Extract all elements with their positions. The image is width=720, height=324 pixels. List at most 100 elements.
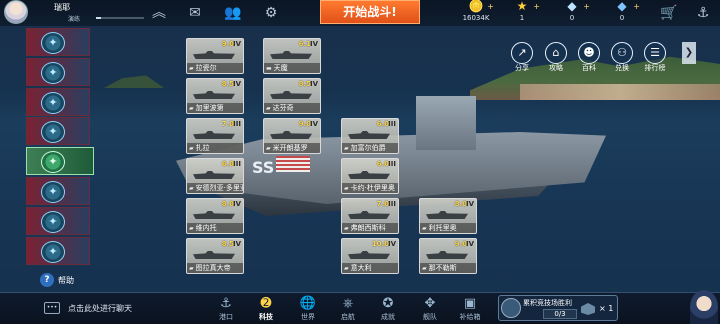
settings-gear-icon[interactable]: ⚙ bbox=[262, 5, 280, 21]
player-name: 瑞耶 bbox=[54, 3, 70, 12]
ship-card[interactable]: 8.5 IV ▰ 图拉真大帝 bbox=[186, 238, 244, 274]
nav-tech[interactable]: ➋ 科技 bbox=[252, 296, 280, 324]
ship-card[interactable]: 8.5 IV ▰ 加里波第 bbox=[186, 78, 244, 114]
ship-silhouette-icon bbox=[193, 131, 235, 139]
player-avatar[interactable] bbox=[4, 0, 28, 24]
ship-silhouette-icon bbox=[348, 251, 390, 259]
wiki-label: 百科 bbox=[582, 64, 596, 72]
expand-arrow-icon[interactable]: ❯ bbox=[682, 42, 696, 64]
start-battle-button[interactable]: 开始战斗! bbox=[320, 0, 420, 24]
ship-card[interactable]: 7.0 III ▰ 弗朗西斯科 bbox=[341, 198, 399, 234]
rank-chevron-icon[interactable]: ︽ bbox=[150, 5, 168, 21]
anchor-icon[interactable]: ⚓ bbox=[694, 5, 712, 21]
ship-class-icon: ▰ bbox=[266, 144, 271, 152]
redeem-button[interactable]: ⚇ 兑换 bbox=[610, 42, 634, 72]
shop-cart-icon[interactable]: 🛒 bbox=[660, 5, 678, 21]
guide-button[interactable]: ⌂ 攻略 bbox=[544, 42, 568, 72]
diamond-value: 0 bbox=[569, 14, 575, 22]
nation-tab-7[interactable]: ✦ bbox=[26, 206, 90, 235]
nation-tab-6[interactable]: ✦ bbox=[26, 176, 90, 205]
diamond-resource[interactable]: ◆ 0 + bbox=[552, 0, 592, 26]
advisor-avatar[interactable] bbox=[690, 290, 718, 324]
ship-class-icon: ▰ bbox=[344, 224, 349, 232]
redeem-label: 兑换 bbox=[615, 64, 629, 72]
nav-label: 补给箱 bbox=[459, 313, 481, 321]
nav-supply-box[interactable]: ▣ 补给箱 bbox=[456, 296, 484, 324]
help-button[interactable]: ? 帮助 bbox=[40, 272, 74, 288]
ship-card[interactable]: 7.0 III ▰ 扎拉 bbox=[186, 118, 244, 154]
star-resource[interactable]: ★ 1 + bbox=[502, 0, 542, 26]
ship-name: 天魔 bbox=[273, 64, 288, 72]
add-diamond-icon[interactable]: + bbox=[583, 2, 590, 11]
ship-silhouette-icon bbox=[348, 171, 390, 179]
nation-emblem-icon: ✦ bbox=[41, 240, 65, 263]
arena-quest-panel[interactable]: 累积竞技场胜利 0/3 × 1 bbox=[498, 295, 618, 321]
ship-class-icon: ▰ bbox=[422, 264, 427, 272]
ship-card[interactable]: 9.0 IV ▰ 拉瓷尔 bbox=[186, 38, 244, 74]
ship-card[interactable]: 9.0 IV ▰ 那不勒斯 bbox=[419, 238, 477, 274]
ship-silhouette-icon bbox=[348, 211, 390, 219]
nav-label: 启航 bbox=[341, 313, 355, 321]
ship-silhouette-icon bbox=[348, 131, 390, 139]
nav-achievement[interactable]: ✪ 成就 bbox=[374, 296, 402, 324]
friends-icon[interactable]: 👥 bbox=[224, 5, 242, 21]
ship-name: 利托里奥 bbox=[428, 224, 457, 232]
ship-card[interactable]: 6.0 III ▰ 卡约·杜伊里奥 bbox=[341, 158, 399, 194]
ship-card[interactable]: 6.0 III ▰ 安德烈亚·多里亚 bbox=[186, 158, 244, 194]
add-star-icon[interactable]: + bbox=[533, 2, 540, 11]
nation-tab-2[interactable]: ✦ bbox=[26, 57, 90, 86]
ship-card[interactable]: 8.5 IV ▰ 达芬奇 bbox=[263, 78, 321, 114]
world-icon: 🌐 bbox=[299, 296, 317, 311]
ship-card[interactable]: 9.0 IV ▰ 米开朗基罗 bbox=[263, 118, 321, 154]
share-label: 分享 bbox=[515, 64, 529, 72]
nation-tab-italy[interactable]: ✦ bbox=[26, 147, 94, 176]
ship-silhouette-icon bbox=[270, 51, 312, 59]
ship-name: 弗朗西斯科 bbox=[350, 224, 386, 232]
ship-class-icon: ▰ bbox=[189, 184, 194, 192]
game-screen: SS 瑞耶 演练 ︽ ✉ 👥 ⚙ 开始战斗! 🪙 16034K + ★ 1 + … bbox=[0, 0, 720, 324]
nation-tab-8[interactable]: ✦ bbox=[26, 236, 90, 265]
mail-icon[interactable]: ✉ bbox=[186, 5, 204, 21]
gem-resource[interactable]: ◆ 0 + bbox=[602, 0, 642, 26]
ship-tier: IV bbox=[232, 200, 241, 208]
ship-card[interactable]: 6.0 III ▰ 加富尔伯爵 bbox=[341, 118, 399, 154]
ship-card[interactable]: 6.1 IV ▬ 天魔 bbox=[263, 38, 321, 74]
nation-tab-1[interactable]: ✦ bbox=[26, 28, 90, 56]
add-gem-icon[interactable]: + bbox=[633, 2, 640, 11]
nation-tab-4[interactable]: ✦ bbox=[26, 117, 90, 146]
leaderboard-button[interactable]: ☰ 排行榜 bbox=[643, 42, 667, 72]
help-question-icon: ? bbox=[40, 273, 54, 287]
ship-card[interactable]: 8.0 IV ▰ 利托里奥 bbox=[419, 198, 477, 234]
nation-tab-3[interactable]: ✦ bbox=[26, 87, 90, 116]
nav-sail[interactable]: ⎈ 启航 bbox=[334, 296, 362, 324]
chat-button[interactable]: ••• 点击此处进行聊天 bbox=[44, 302, 132, 314]
tech-icon: ➋ bbox=[260, 296, 272, 311]
add-gold-icon[interactable]: + bbox=[487, 2, 494, 11]
ship-name: 意大利 bbox=[350, 264, 372, 272]
nav-port[interactable]: ⚓ 港口 bbox=[212, 296, 240, 324]
wiki-button[interactable]: ☻ 百科 bbox=[577, 42, 601, 72]
ship-card[interactable]: 8.0 IV ▰ 维内托 bbox=[186, 198, 244, 234]
nav-fleet[interactable]: ✥ 舰队 bbox=[416, 296, 444, 324]
ship-tier: IV bbox=[232, 240, 241, 248]
ship-tier: III bbox=[388, 160, 396, 168]
ship-class-icon: ▰ bbox=[344, 264, 349, 272]
ship-tier: IV bbox=[465, 240, 474, 248]
wiki-icon: ☻ bbox=[578, 42, 600, 64]
ship-name: 加富尔伯爵 bbox=[350, 144, 386, 152]
ship-name: 达芬奇 bbox=[272, 104, 294, 112]
ship-card[interactable]: 10.0 IV ▰ 意大利 bbox=[341, 238, 399, 274]
nav-label: 科技 bbox=[259, 313, 273, 321]
lighthouse-island bbox=[104, 75, 164, 88]
gold-resource[interactable]: 🪙 16034K + bbox=[456, 0, 496, 26]
nation-tabs: ✦ ✦ ✦ ✦ ✦ ✦ ✦ ✦ bbox=[26, 28, 94, 266]
share-button[interactable]: ↗ 分享 bbox=[510, 42, 534, 72]
ship-tier: IV bbox=[232, 80, 241, 88]
ship-silhouette-icon bbox=[193, 171, 235, 179]
leaderboard-icon: ☰ bbox=[644, 42, 666, 64]
ship-silhouette-icon bbox=[270, 91, 312, 99]
quest-progress: 0/3 bbox=[543, 309, 577, 319]
nation-emblem-icon: ✦ bbox=[41, 61, 65, 84]
nav-world[interactable]: 🌐 世界 bbox=[294, 296, 322, 324]
ship-name: 安德烈亚·多里亚 bbox=[195, 184, 244, 192]
